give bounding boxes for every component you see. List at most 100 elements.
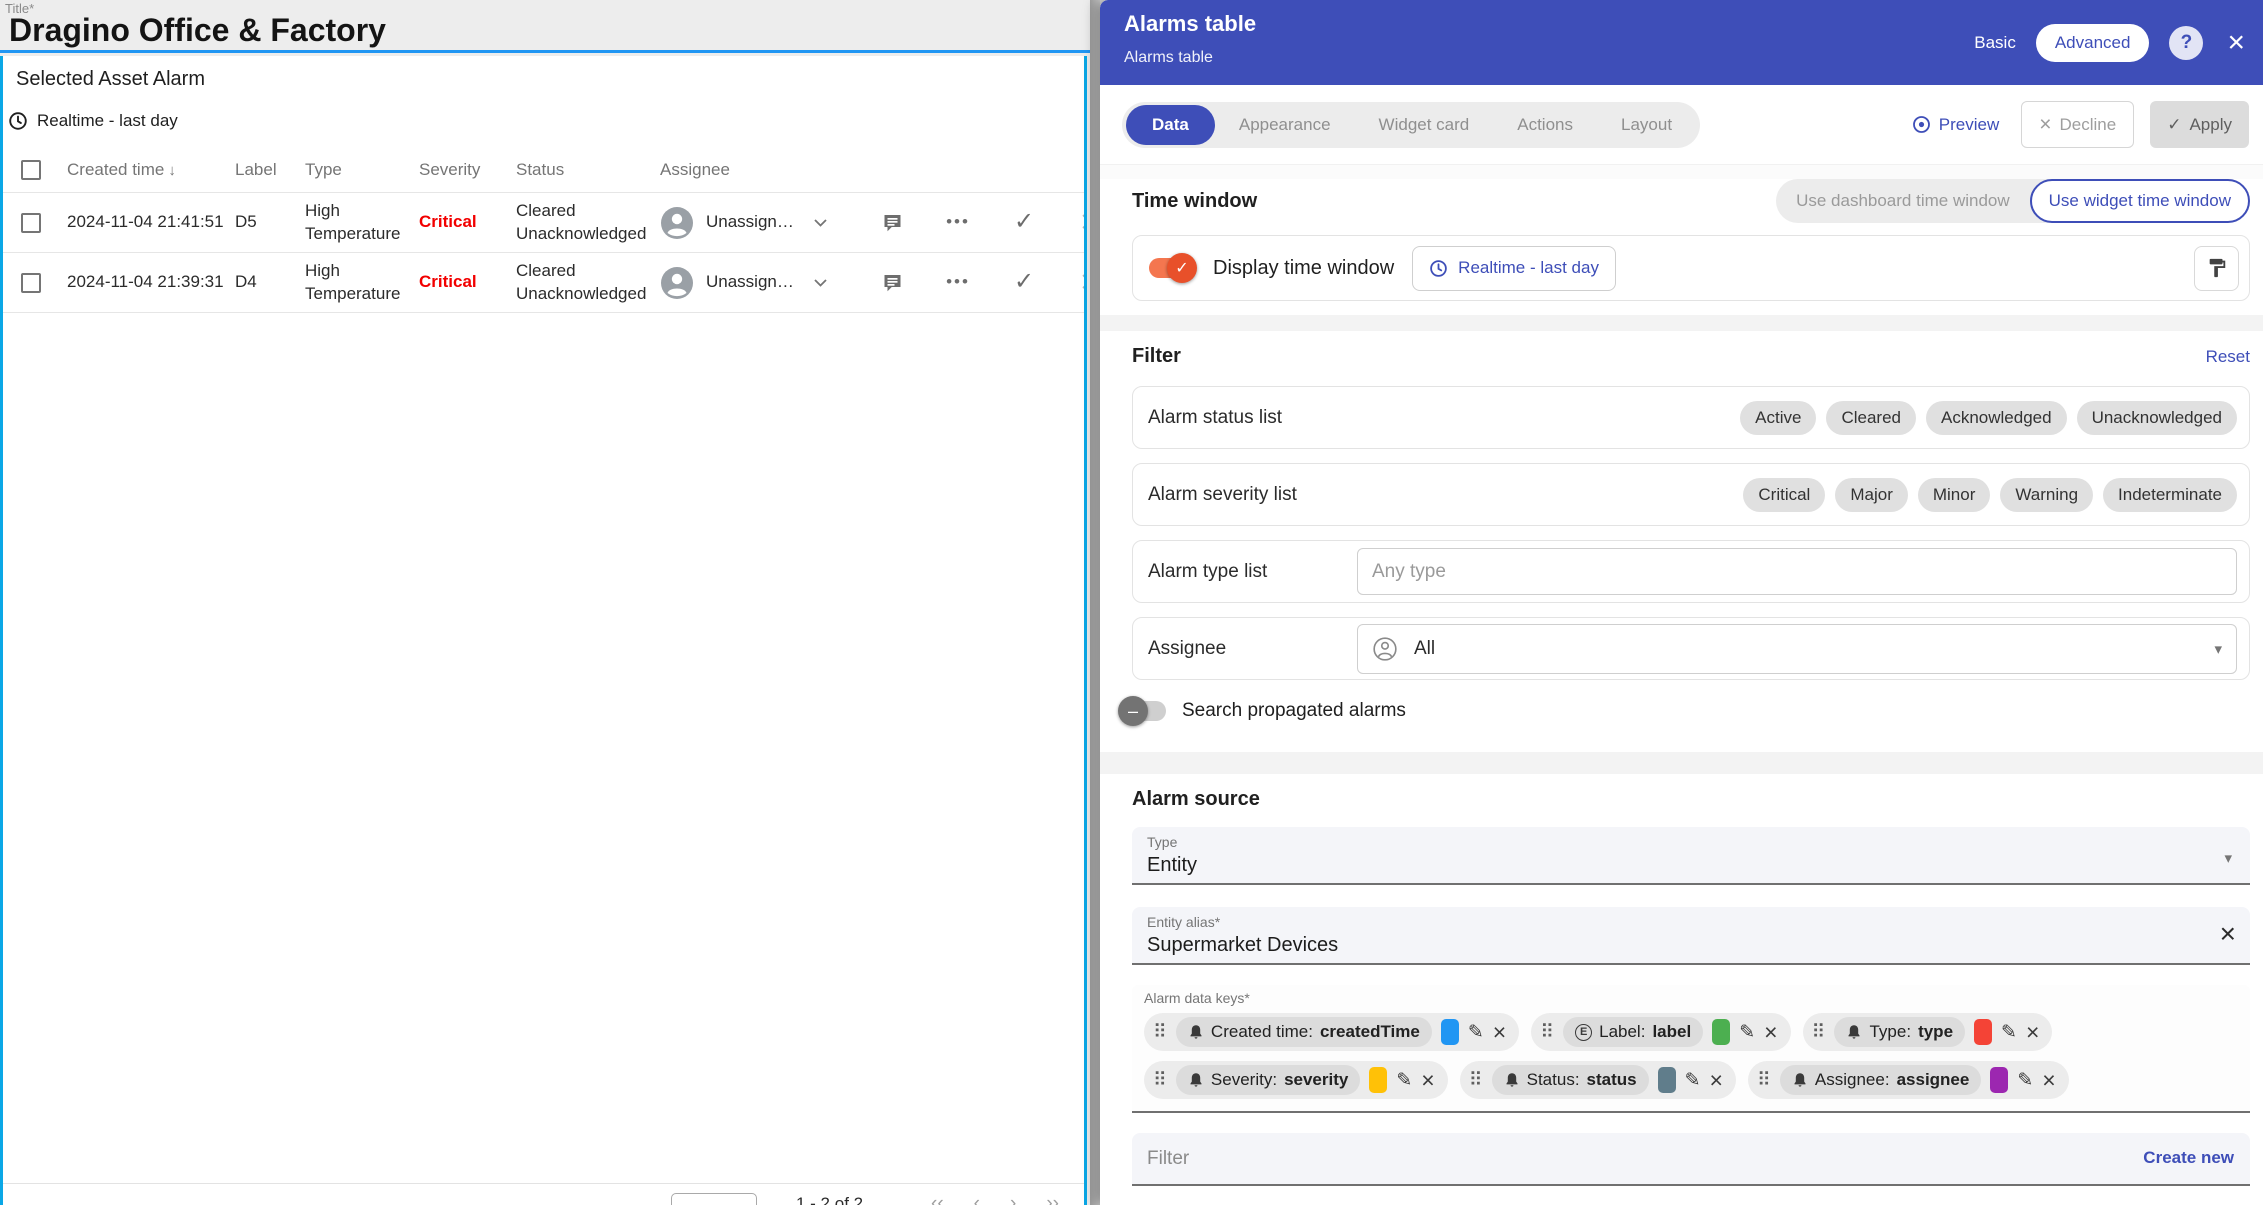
column-type[interactable]: Type [305, 160, 419, 180]
drag-handle-icon[interactable]: ⠿ [1812, 1021, 1826, 1044]
avatar-icon [661, 266, 693, 299]
tab-layout[interactable]: Layout [1597, 115, 1696, 135]
edit-key-icon[interactable]: ✎ [1685, 1069, 1701, 1092]
use-widget-timewindow-button[interactable]: Use widget time window [2029, 179, 2250, 223]
timewindow-style-button[interactable] [2194, 245, 2239, 291]
data-key-chip[interactable]: ⠿ E Label: label ✎ × [1531, 1013, 1791, 1051]
drag-handle-icon[interactable]: ⠿ [1153, 1069, 1167, 1092]
reset-button[interactable]: Reset [2206, 347, 2250, 367]
key-color-swatch[interactable] [1712, 1019, 1731, 1045]
status-chip-active[interactable]: Active [1740, 400, 1817, 435]
assignee-select[interactable]: Unassign… [660, 266, 874, 300]
column-label[interactable]: Label [235, 160, 305, 180]
next-page-icon[interactable]: › [1010, 1193, 1016, 1205]
acknowledge-icon[interactable]: ✓ [1006, 266, 1042, 298]
status-chip-unacknowledged[interactable]: Unacknowledged [2076, 400, 2237, 435]
select-all-checkbox[interactable] [21, 159, 41, 180]
data-key-chip[interactable]: ⠿ Severity: severity ✎ × [1144, 1061, 1448, 1099]
remove-key-icon[interactable]: × [1421, 1068, 1434, 1092]
key-color-swatch[interactable] [1990, 1067, 2009, 1093]
alarm-row[interactable]: 2024-11-04 21:39:31 D4 High Temperature … [3, 253, 1084, 313]
advanced-mode-button[interactable]: Advanced [2035, 23, 2150, 62]
decline-button[interactable]: × Decline [2021, 101, 2135, 148]
create-new-filter-button[interactable]: Create new [2143, 1148, 2234, 1168]
widget-timewindow-label: Realtime - last day [37, 111, 178, 130]
alarm-filter-field[interactable]: Filter Create new [1132, 1133, 2250, 1186]
status-chip-acknowledged[interactable]: Acknowledged [1926, 400, 2067, 435]
more-actions-icon[interactable]: ••• [940, 271, 976, 294]
sort-desc-icon: ↓ [168, 161, 176, 179]
edit-key-icon[interactable]: ✎ [2001, 1021, 2017, 1044]
remove-key-icon[interactable]: × [1710, 1068, 1723, 1092]
severity-chip-warning[interactable]: Warning [2000, 477, 2094, 512]
alarms-widget-preview[interactable]: Selected Asset Alarm Realtime - last day… [0, 56, 1087, 1205]
severity-chip-indeterminate[interactable]: Indeterminate [2103, 477, 2237, 512]
data-key-chip[interactable]: ⠿ Status: status ✎ × [1459, 1061, 1736, 1099]
severity-chip-critical[interactable]: Critical [1743, 477, 1826, 512]
preview-button[interactable]: Preview [1906, 115, 2005, 135]
severity-chip-major[interactable]: Major [1835, 477, 1908, 512]
drag-handle-icon[interactable]: ⠿ [1540, 1021, 1554, 1044]
column-created-time[interactable]: Created time ↓ [67, 160, 235, 180]
alarm-type-input[interactable] [1357, 548, 2237, 595]
column-assignee[interactable]: Assignee [660, 160, 874, 180]
acknowledge-icon[interactable]: ✓ [1006, 206, 1042, 238]
alarm-details-button[interactable] [874, 213, 910, 233]
clear-alias-icon[interactable]: × [2220, 920, 2236, 948]
use-dashboard-timewindow-button[interactable]: Use dashboard time window [1776, 191, 2030, 211]
edit-key-icon[interactable]: ✎ [1468, 1021, 1484, 1044]
prev-page-icon[interactable]: ‹ [974, 1193, 980, 1205]
column-status[interactable]: Status [516, 160, 660, 180]
data-key-chip[interactable]: ⠿ Type: type ✎ × [1802, 1013, 2053, 1051]
page-size-select[interactable] [671, 1193, 757, 1205]
edit-key-icon[interactable]: ✎ [1396, 1069, 1412, 1092]
column-severity[interactable]: Severity [419, 160, 516, 180]
key-field-name: Severity: [1210, 1070, 1278, 1089]
help-icon[interactable]: ? [2169, 25, 2204, 60]
cell-status: Cleared Unacknowledged [516, 260, 647, 303]
remove-key-icon[interactable]: × [1493, 1020, 1506, 1044]
tab-actions[interactable]: Actions [1493, 115, 1597, 135]
drag-handle-icon[interactable]: ⠿ [1757, 1069, 1771, 1092]
remove-key-icon[interactable]: × [2026, 1020, 2039, 1044]
assignee-select[interactable]: All ▾ [1357, 623, 2237, 674]
first-page-icon[interactable]: ‹‹ [931, 1193, 944, 1205]
assignee-select[interactable]: Unassign… [660, 206, 874, 240]
search-propagated-toggle[interactable]: – [1118, 696, 1166, 726]
edit-key-icon[interactable]: ✎ [2017, 1069, 2033, 1092]
drag-handle-icon[interactable]: ⠿ [1153, 1021, 1167, 1044]
dashboard-title-field[interactable]: Title* [0, 0, 1100, 53]
widget-timewindow-button[interactable]: Realtime - last day [8, 111, 1084, 131]
drag-handle-icon[interactable]: ⠿ [1469, 1069, 1483, 1092]
remove-key-icon[interactable]: × [1764, 1020, 1777, 1044]
alarm-details-button[interactable] [874, 273, 910, 293]
key-color-swatch[interactable] [1974, 1019, 1993, 1045]
tab-widget-card[interactable]: Widget card [1355, 115, 1494, 135]
apply-button[interactable]: ✓ Apply [2150, 101, 2249, 148]
key-color-swatch[interactable] [1369, 1067, 1388, 1093]
timewindow-value-button[interactable]: Realtime - last day [1412, 245, 1616, 291]
source-type-select[interactable]: Type Entity ▾ [1132, 827, 2250, 885]
close-icon[interactable]: × [2223, 27, 2249, 58]
data-key-chip[interactable]: ⠿ Created time: createdTime ✎ × [1144, 1013, 1520, 1051]
more-actions-icon[interactable]: ••• [940, 211, 976, 234]
key-color-swatch[interactable] [1440, 1019, 1459, 1045]
clear-alarm-icon[interactable]: ✕ [1072, 205, 1084, 240]
row-checkbox[interactable] [21, 272, 41, 293]
dashboard-title-input[interactable] [9, 12, 1009, 49]
severity-chip-minor[interactable]: Minor [1917, 477, 1991, 512]
data-key-chip[interactable]: ⠿ Assignee: assignee ✎ × [1747, 1061, 2069, 1099]
row-checkbox[interactable] [21, 212, 41, 233]
remove-key-icon[interactable]: × [2042, 1068, 2055, 1092]
display-timewindow-toggle[interactable]: ✓ [1149, 253, 1197, 283]
key-color-swatch[interactable] [1657, 1067, 1676, 1093]
last-page-icon[interactable]: ›› [1046, 1193, 1059, 1205]
entity-alias-field[interactable]: Entity alias* Supermarket Devices × [1132, 907, 2250, 965]
basic-mode-button[interactable]: Basic [1974, 33, 2016, 53]
tab-appearance[interactable]: Appearance [1215, 115, 1355, 135]
status-chip-cleared[interactable]: Cleared [1826, 400, 1916, 435]
alarm-row[interactable]: 2024-11-04 21:41:51 D5 High Temperature … [3, 193, 1084, 253]
tab-data[interactable]: Data [1126, 104, 1215, 145]
clear-alarm-icon[interactable]: ✕ [1072, 265, 1084, 300]
edit-key-icon[interactable]: ✎ [1739, 1021, 1755, 1044]
